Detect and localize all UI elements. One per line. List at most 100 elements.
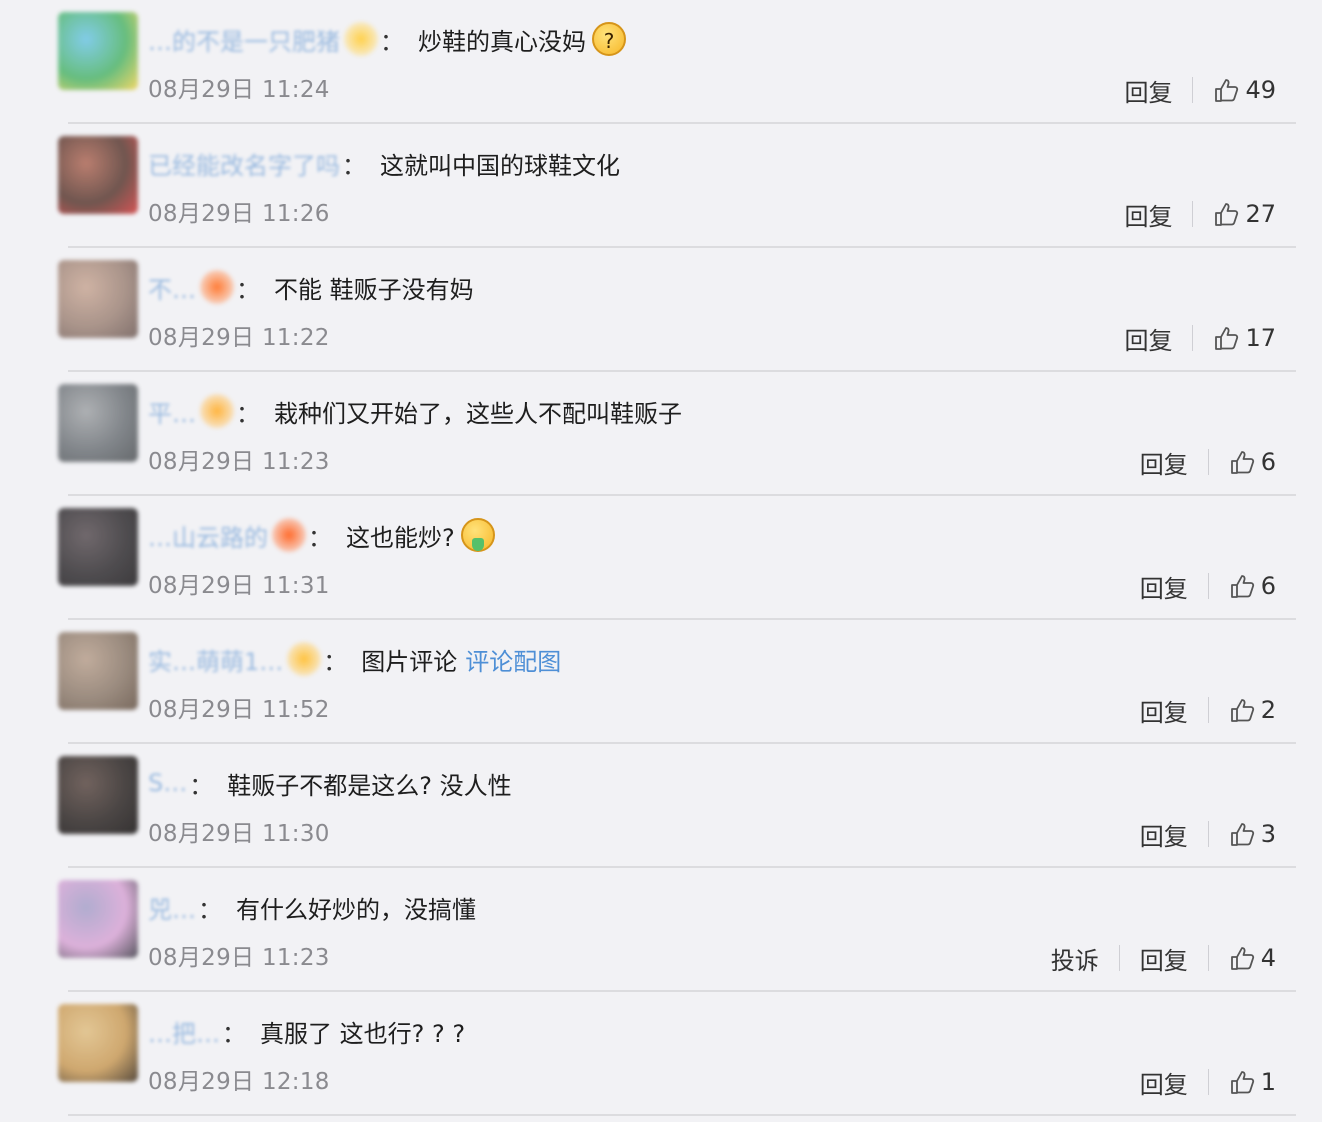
colon-separator: ：: [323, 647, 348, 676]
comment-item: …山云路的 ： 这也能炒? 08月29日 11:31 回复 6: [0, 496, 1322, 620]
avatar[interactable]: [58, 880, 138, 958]
action-divider: [1207, 573, 1209, 599]
comment-text: 炒鞋的真心没妈: [418, 27, 586, 56]
timestamp: 08月29日 11:26: [148, 201, 330, 227]
like-count: 2: [1260, 696, 1276, 724]
comment-item: 已经能改名字了吗 ： 这就叫中国的球鞋文化 08月29日 11:26 回复 27: [0, 124, 1322, 248]
action-divider: [1192, 325, 1194, 351]
badge-icon: [272, 518, 306, 552]
colon-separator: ：: [189, 771, 214, 800]
username[interactable]: S…: [148, 769, 187, 797]
colon-separator: ：: [308, 523, 332, 552]
username[interactable]: 兕…: [148, 890, 196, 925]
comment-item: …把… ： 真服了 这也行? ? ? 08月29日 12:18 回复 1: [0, 992, 1322, 1116]
comment-actions: 回复 27: [1124, 194, 1276, 234]
comment-line: …山云路的 ： 这也能炒?: [148, 512, 495, 558]
reply-button[interactable]: 回复: [1140, 817, 1188, 852]
comment-actions: 回复 6: [1140, 566, 1276, 606]
action-divider: [1207, 449, 1209, 475]
username[interactable]: 不…: [148, 270, 196, 305]
like-button[interactable]: 2: [1229, 696, 1276, 724]
comment-list: …的不是一只肥猪 ： 炒鞋的真心没妈 ? 08月29日 11:24 回复 49 …: [0, 0, 1322, 1116]
timestamp: 08月29日 11:30: [148, 821, 330, 847]
comment-actions: 回复 1: [1140, 1062, 1276, 1102]
like-button[interactable]: 3: [1229, 820, 1276, 848]
reply-button[interactable]: 回复: [1140, 941, 1188, 976]
like-button[interactable]: 6: [1229, 448, 1276, 476]
reply-button[interactable]: 回复: [1140, 569, 1188, 604]
comment-item: 实…萌萌1… ： 图片评论 评论配图 08月29日 11:52 回复 2: [0, 620, 1322, 744]
timestamp: 08月29日 11:22: [148, 325, 330, 351]
avatar[interactable]: [58, 508, 138, 586]
action-divider: [1192, 77, 1194, 103]
like-button[interactable]: 4: [1229, 944, 1276, 972]
username[interactable]: …山云路的: [148, 518, 268, 553]
username[interactable]: …的不是一只肥猪: [148, 22, 340, 57]
comment-item: 兕… ： 有什么好炒的，没搞懂 08月29日 11:23 投诉 回复 4: [0, 868, 1322, 992]
like-button[interactable]: 6: [1229, 572, 1276, 600]
comment-actions: 回复 49: [1124, 70, 1276, 110]
badge-icon: [344, 22, 378, 56]
comment-item: 平… ： 栽种们又开始了，这些人不配叫鞋贩子 08月29日 11:23 回复 6: [0, 372, 1322, 496]
username[interactable]: 已经能改名字了吗: [148, 146, 340, 181]
colon-separator: ：: [198, 895, 222, 924]
username[interactable]: 实…萌萌1…: [148, 642, 283, 677]
reply-button[interactable]: 回复: [1124, 197, 1172, 232]
timestamp: 08月29日 11:52: [148, 697, 330, 723]
action-divider: [1207, 821, 1209, 847]
thumbs-up-icon: [1230, 1071, 1254, 1094]
like-button[interactable]: 17: [1213, 324, 1276, 352]
username[interactable]: …把…: [148, 1014, 220, 1049]
action-divider: [1207, 697, 1209, 723]
avatar[interactable]: [58, 632, 138, 710]
image-comment-link[interactable]: 评论配图: [465, 642, 561, 677]
like-button[interactable]: 1: [1229, 1068, 1276, 1096]
comment-line: …把… ： 真服了 这也行? ? ?: [148, 1008, 465, 1054]
comment-actions: 回复 6: [1140, 442, 1276, 482]
avatar[interactable]: [58, 384, 138, 462]
like-count: 6: [1260, 572, 1276, 600]
comment-line: 平… ： 栽种们又开始了，这些人不配叫鞋贩子: [148, 388, 682, 434]
colon-separator: ：: [222, 1019, 246, 1048]
badge-icon: [200, 394, 234, 428]
avatar[interactable]: [58, 136, 138, 214]
comment-line: S… ： 鞋贩子不都是这么? 没人性: [148, 760, 512, 806]
action-divider: [1118, 945, 1120, 971]
report-button[interactable]: 投诉: [1051, 941, 1099, 976]
puke-emoji-icon: [460, 518, 495, 552]
avatar[interactable]: [58, 1004, 138, 1082]
like-count: 6: [1260, 448, 1276, 476]
comment-text: 图片评论: [361, 647, 458, 676]
timestamp: 08月29日 11:23: [148, 945, 330, 971]
comment-text: 不能 鞋贩子没有妈: [274, 275, 474, 304]
thumbs-up-icon: [1230, 575, 1254, 598]
comment-text: 真服了 这也行? ? ?: [260, 1019, 466, 1048]
username[interactable]: 平…: [148, 394, 196, 429]
timestamp: 08月29日 11:23: [148, 449, 330, 475]
colon-separator: ：: [342, 151, 366, 180]
reply-button[interactable]: 回复: [1140, 1065, 1188, 1100]
comment-item: S… ： 鞋贩子不都是这么? 没人性 08月29日 11:30 回复 3: [0, 744, 1322, 868]
like-button[interactable]: 27: [1213, 200, 1276, 228]
comment-text: 这也能炒?: [346, 523, 455, 552]
reply-button[interactable]: 回复: [1140, 445, 1188, 480]
comment-item: …的不是一只肥猪 ： 炒鞋的真心没妈 ? 08月29日 11:24 回复 49: [0, 0, 1322, 124]
comment-text: 有什么好炒的，没搞懂: [236, 895, 476, 924]
comment-line: 已经能改名字了吗 ： 这就叫中国的球鞋文化: [148, 140, 620, 186]
avatar[interactable]: [58, 756, 138, 834]
badge-icon: [287, 642, 322, 676]
thumbs-up-icon: [1215, 79, 1239, 102]
timestamp: 08月29日 12:18: [148, 1069, 330, 1095]
avatar[interactable]: [58, 260, 138, 338]
avatar[interactable]: [58, 12, 138, 90]
action-divider: [1207, 1069, 1209, 1095]
reply-button[interactable]: 回复: [1124, 321, 1172, 356]
thumbs-up-icon: [1215, 327, 1239, 350]
reply-button[interactable]: 回复: [1140, 693, 1188, 728]
comment-item: 不… ： 不能 鞋贩子没有妈 08月29日 11:22 回复 17: [0, 248, 1322, 372]
reply-button[interactable]: 回复: [1124, 73, 1172, 108]
like-count: 4: [1260, 944, 1276, 972]
divider: [68, 1114, 1296, 1116]
like-button[interactable]: 49: [1213, 76, 1276, 104]
comment-text: 这就叫中国的球鞋文化: [380, 151, 620, 180]
